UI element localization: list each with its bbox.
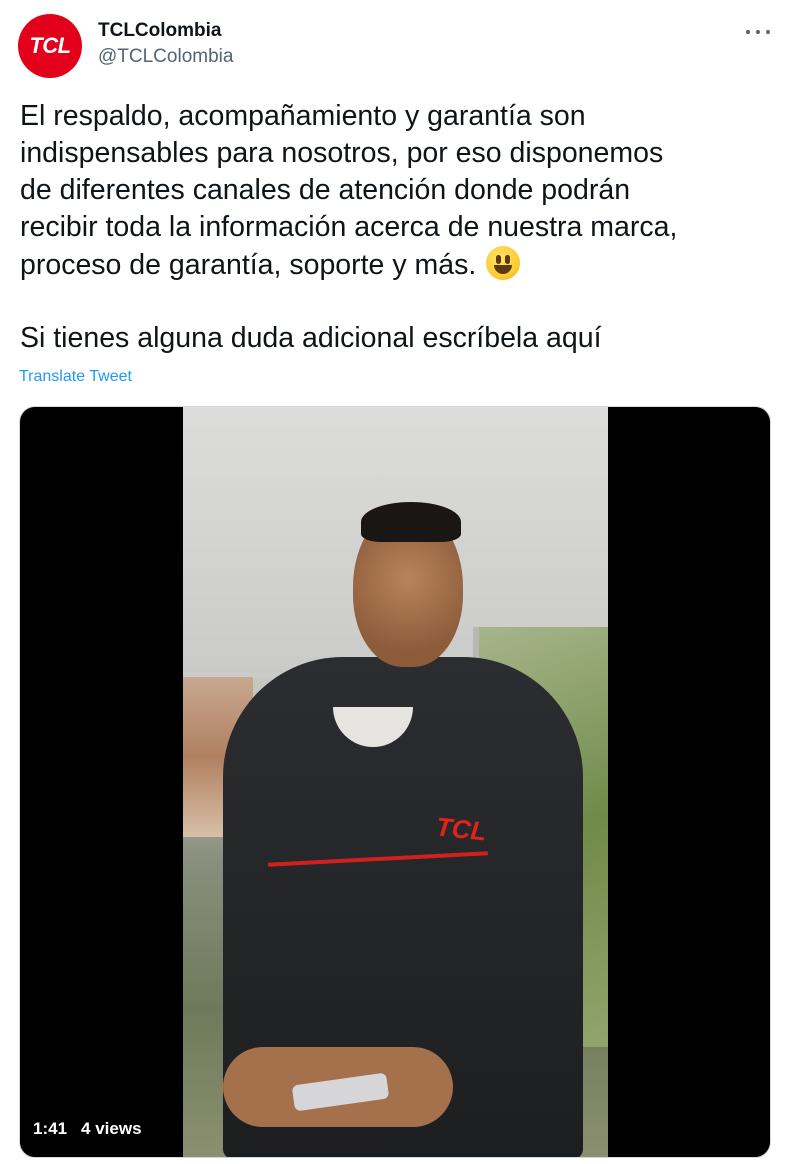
- video-stats-badge: 1:41 4 views: [33, 1119, 142, 1139]
- video-player[interactable]: TCL 1:41 4 views: [19, 406, 771, 1158]
- video-duration: 1:41: [33, 1119, 68, 1138]
- smiling-face-emoji-icon: [486, 246, 521, 280]
- tweet-paragraph: Si tienes alguna duda adicional escríbel…: [20, 322, 602, 354]
- avatar[interactable]: TCL: [18, 14, 82, 78]
- jacket-logo: TCL: [434, 811, 489, 847]
- handle[interactable]: @TCLColombia: [98, 44, 233, 70]
- translate-tweet-link[interactable]: Translate Tweet: [19, 368, 132, 386]
- tweet-text: El respaldo, acompañamiento y garantía s…: [20, 98, 770, 357]
- video-frame: TCL: [183, 407, 608, 1157]
- more-options-icon[interactable]: [746, 22, 770, 42]
- display-name[interactable]: TCLColombia: [98, 18, 233, 44]
- author-info: TCLColombia @TCLColombia: [98, 18, 233, 70]
- tweet-paragraph: El respaldo, acompañamiento y garantía s…: [20, 100, 678, 281]
- tcl-logo-icon: TCL: [29, 33, 71, 58]
- video-views: 4 views: [81, 1119, 142, 1138]
